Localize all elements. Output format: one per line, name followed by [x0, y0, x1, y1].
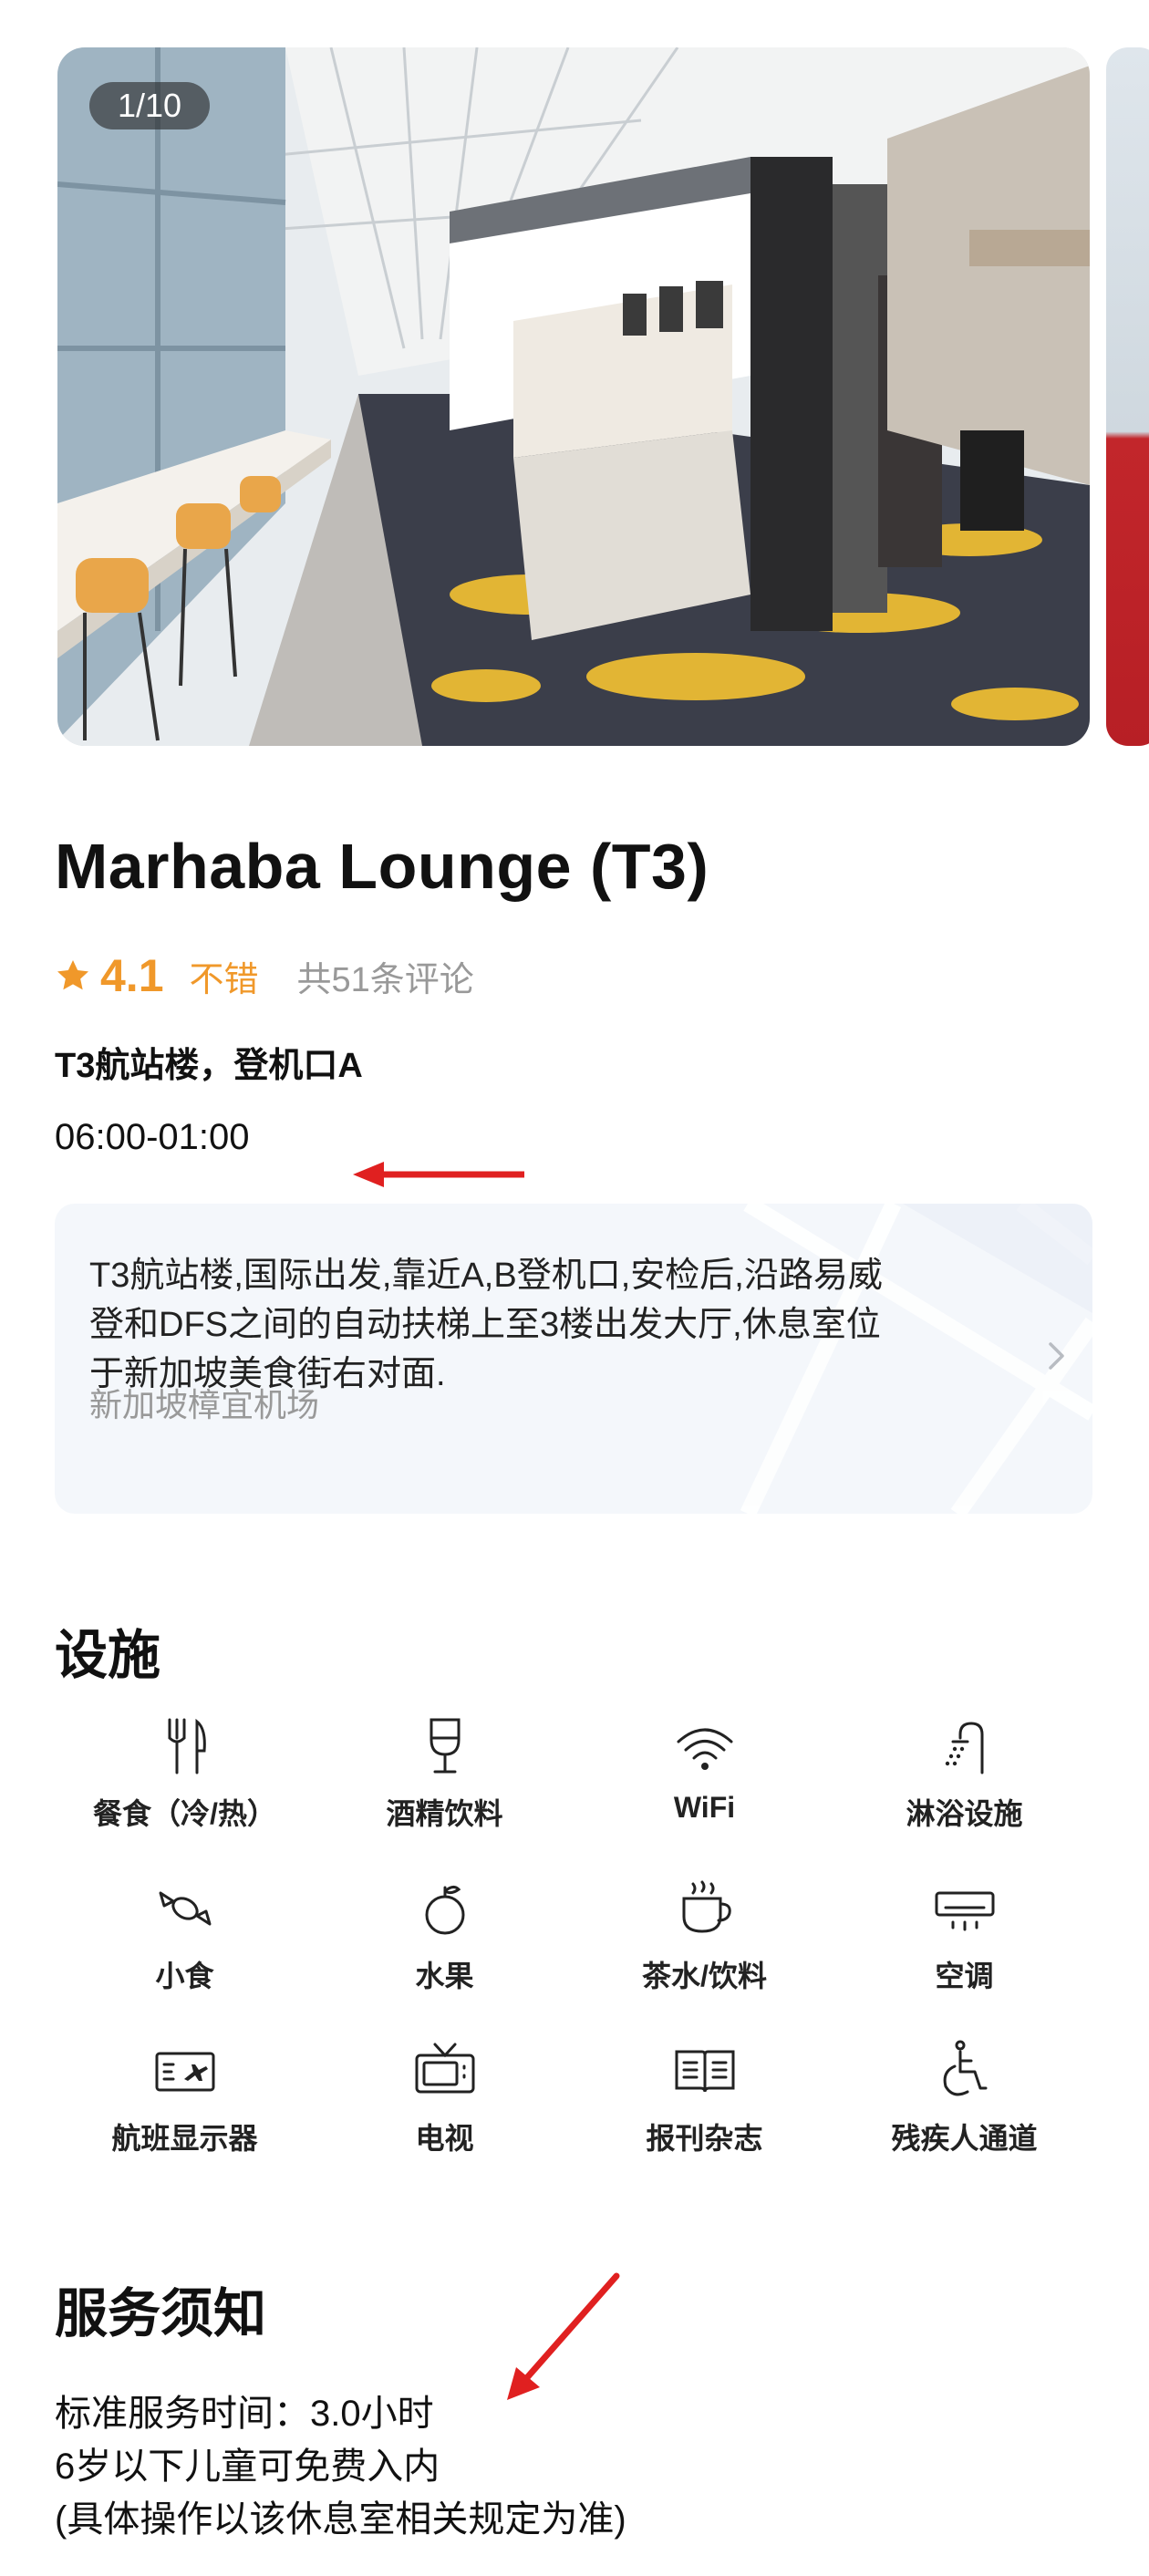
- facility-drinks: 茶水/饮料: [574, 1877, 834, 2013]
- directions-line-2: 登和DFS之间的自动扶梯上至3楼出发大厅,休息室位: [89, 1306, 881, 1344]
- facility-aircon: 空调: [834, 1877, 1094, 2013]
- location-text: T3航站楼，登机口A: [55, 1047, 363, 1085]
- facility-shower: 淋浴设施: [834, 1714, 1094, 1851]
- facility-label: 残疾人通道: [891, 2122, 1038, 2155]
- rules-disclaimer: (具体操作以该休息室相关规定为准): [55, 2499, 626, 2540]
- facility-wifi: WiFi: [574, 1714, 834, 1851]
- facility-label: 淋浴设施: [906, 1797, 1023, 1830]
- facility-flight-display: 航班显示器: [55, 2039, 315, 2176]
- facility-label: 航班显示器: [111, 2122, 258, 2155]
- facility-label: 报刊杂志: [646, 2122, 763, 2155]
- annotation-arrow-diagonal: [507, 2272, 620, 2400]
- facility-label: 小食: [155, 1960, 214, 1992]
- air-conditioner-icon: [935, 1891, 994, 1931]
- next-photo-peek[interactable]: [1106, 47, 1149, 746]
- facility-label: 水果: [415, 1960, 474, 1992]
- directions-card[interactable]: T3航站楼,国际出发,靠近A,B登机口,安检后,沿路易威 登和DFS之间的自动扶…: [55, 1204, 1092, 1514]
- facility-alcohol: 酒精饮料: [315, 1714, 574, 1851]
- facility-tv: 电视: [315, 2039, 574, 2176]
- facility-accessibility: 残疾人通道: [834, 2039, 1094, 2176]
- service-notes-title: 服务须知: [55, 2284, 267, 2343]
- rating-label: 不错: [189, 960, 259, 999]
- lounge-photo-illustration: [57, 47, 1090, 746]
- facilities-title: 设施: [55, 1626, 161, 1685]
- fruit-icon: [425, 1885, 464, 1935]
- tv-icon: [415, 2043, 474, 2094]
- lounge-photo[interactable]: [57, 47, 1090, 746]
- facility-label: 餐食（冷/热）: [93, 1797, 276, 1830]
- facility-label: 电视: [415, 2122, 474, 2155]
- photo-counter: 1/10: [89, 82, 210, 129]
- facility-newspapers: 报刊杂志: [574, 2039, 834, 2176]
- photo-carousel[interactable]: 1/10: [57, 47, 1149, 746]
- facility-label: 酒精饮料: [386, 1797, 503, 1830]
- lounge-title: Marhaba Lounge (T3): [55, 831, 709, 902]
- facility-label: WiFi: [673, 1791, 736, 1824]
- directions-text: T3航站楼,国际出发,靠近A,B登机口,安检后,沿路易威 登和DFS之间的自动扶…: [89, 1251, 1001, 1399]
- facility-meals: 餐食（冷/热）: [55, 1714, 315, 1851]
- cup-icon: [682, 1880, 731, 1933]
- utensils-icon: [168, 1718, 206, 1774]
- rating-score: 4.1: [100, 950, 164, 1001]
- facility-label: 茶水/饮料: [642, 1960, 767, 1992]
- facility-label: 空调: [935, 1960, 994, 1992]
- star-icon: [57, 960, 88, 990]
- flight-display-icon: [155, 2052, 214, 2092]
- review-count-link[interactable]: 共51条评论: [297, 951, 474, 1001]
- annotation-arrow-left: [353, 1162, 524, 1187]
- opening-hours: 06:00-01:00: [55, 1117, 250, 1157]
- facility-snacks: 小食: [55, 1877, 315, 2013]
- candy-icon: [159, 1891, 211, 1926]
- facility-fruit: 水果: [315, 1877, 574, 2013]
- airport-name: 新加坡樟宜机场: [89, 1386, 320, 1423]
- service-notes: 标准服务时间：3.0小时 6岁以下儿童可免费入内 (具体操作以该休息室相关规定为…: [55, 2387, 626, 2546]
- service-time-note: 标准服务时间：3.0小时: [55, 2394, 434, 2434]
- accessibility-icon: [943, 2040, 987, 2096]
- newspaper-icon: [675, 2050, 734, 2093]
- chevron-right-icon[interactable]: [1047, 1340, 1067, 1371]
- wifi-icon: [677, 1728, 732, 1770]
- rating-row[interactable]: 4.1 不错 共51条评论: [55, 948, 474, 1003]
- shower-icon: [945, 1722, 983, 1774]
- wine-glass-icon: [430, 1718, 460, 1774]
- children-free-note: 6岁以下儿童可免费入内: [55, 2447, 440, 2487]
- directions-line-1: T3航站楼,国际出发,靠近A,B登机口,安检后,沿路易威: [89, 1257, 883, 1295]
